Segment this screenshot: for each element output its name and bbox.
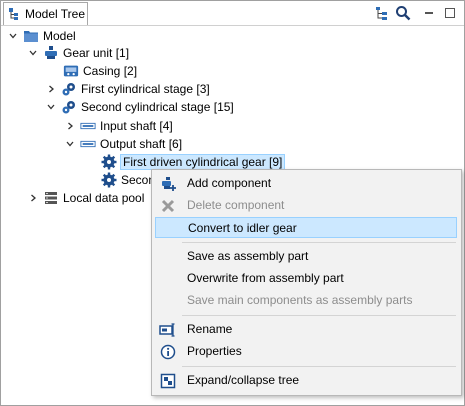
shaft-icon bbox=[80, 136, 96, 152]
menu-item-label: Save main components as assembly parts bbox=[187, 293, 413, 307]
menu-item-save-as-assembly-part[interactable]: Save as assembly part bbox=[155, 246, 457, 267]
chevron-down-icon[interactable] bbox=[27, 47, 39, 59]
expand-collapse-icon bbox=[159, 372, 177, 390]
rename-icon bbox=[159, 321, 177, 339]
search-icon[interactable] bbox=[395, 5, 411, 21]
database-icon bbox=[43, 190, 59, 206]
tab-model-tree[interactable]: Model Tree bbox=[3, 2, 88, 25]
menu-item-overwrite-from-assembly-part[interactable]: Overwrite from assembly part bbox=[155, 268, 457, 289]
menu-separator bbox=[182, 366, 456, 367]
tree-label: Casing [2] bbox=[83, 64, 138, 78]
menu-item-label: Expand/collapse tree bbox=[187, 373, 300, 387]
gear-unit-icon bbox=[43, 45, 59, 61]
tree-label: Second cylindrical stage [15] bbox=[81, 100, 234, 114]
tree-label: Output shaft [6] bbox=[100, 137, 183, 151]
tree-node-first-stage[interactable]: First cylindrical stage [3] bbox=[45, 80, 210, 98]
menu-item-label: Save as assembly part bbox=[187, 249, 309, 263]
delete-icon bbox=[159, 197, 177, 215]
menu-item-label: Overwrite from assembly part bbox=[187, 271, 344, 285]
menu-item-label: Convert to idler gear bbox=[188, 221, 297, 235]
chevron-right-icon[interactable] bbox=[27, 192, 39, 204]
context-menu: Add component Delete component Convert t… bbox=[151, 169, 462, 396]
tree-node-gear-unit[interactable]: Gear unit [1] bbox=[27, 44, 129, 62]
tree-label: Model bbox=[43, 29, 76, 43]
tree-label: Local data pool bbox=[63, 191, 145, 205]
menu-item-label: Add component bbox=[187, 176, 272, 190]
menu-item-rename[interactable]: Rename bbox=[155, 319, 457, 340]
menu-item-expand-collapse-tree[interactable]: Expand/collapse tree bbox=[155, 370, 457, 391]
chevron-down-icon[interactable] bbox=[64, 138, 76, 150]
maximize-icon[interactable] bbox=[442, 5, 458, 21]
tree-label: Input shaft [4] bbox=[100, 119, 173, 133]
tree-options-icon[interactable] bbox=[374, 5, 390, 21]
tree-node-local-data-pool[interactable]: Local data pool bbox=[27, 189, 144, 207]
folder-icon bbox=[23, 28, 39, 44]
menu-item-label: Delete component bbox=[187, 198, 285, 212]
menu-item-properties[interactable]: Properties bbox=[155, 341, 457, 362]
menu-item-add-component[interactable]: Add component bbox=[155, 173, 457, 194]
menu-separator bbox=[182, 315, 456, 316]
casing-icon bbox=[63, 63, 79, 79]
gear-stage-icon bbox=[61, 99, 77, 115]
tree-label: Secon bbox=[121, 173, 156, 187]
shaft-icon bbox=[80, 118, 96, 134]
tree-node-second-driven-gear[interactable]: Secon bbox=[97, 171, 155, 189]
minimize-icon[interactable] bbox=[421, 5, 437, 21]
tree-node-input-shaft[interactable]: Input shaft [4] bbox=[64, 117, 173, 135]
chevron-right-icon[interactable] bbox=[64, 120, 76, 132]
menu-item-label: Properties bbox=[187, 344, 242, 358]
tree-node-output-shaft[interactable]: Output shaft [6] bbox=[64, 135, 182, 153]
chevron-right-icon[interactable] bbox=[45, 83, 57, 95]
gear-icon bbox=[101, 172, 117, 188]
info-icon bbox=[159, 343, 177, 361]
gear-icon bbox=[101, 154, 117, 170]
tree-label: First driven cylindrical gear [9] bbox=[120, 154, 286, 170]
menu-item-save-main-components[interactable]: Save main components as assembly parts bbox=[155, 290, 457, 311]
tab-bar: Model Tree bbox=[1, 1, 464, 26]
chevron-down-icon[interactable] bbox=[7, 30, 19, 42]
model-tree-icon bbox=[8, 7, 22, 21]
menu-item-delete-component[interactable]: Delete component bbox=[155, 195, 457, 216]
menu-item-convert-to-idler-gear[interactable]: Convert to idler gear bbox=[155, 217, 457, 238]
tree-node-model[interactable]: Model bbox=[7, 27, 76, 45]
tree-node-second-stage[interactable]: Second cylindrical stage [15] bbox=[45, 98, 234, 116]
tree-label: First cylindrical stage [3] bbox=[81, 82, 210, 96]
chevron-down-icon[interactable] bbox=[45, 101, 57, 113]
menu-item-label: Rename bbox=[187, 322, 233, 336]
gear-stage-icon bbox=[61, 81, 77, 97]
tree-node-casing[interactable]: Casing [2] bbox=[59, 62, 137, 80]
tree-label: Gear unit [1] bbox=[63, 46, 130, 60]
menu-separator bbox=[182, 242, 456, 243]
add-component-icon bbox=[159, 175, 177, 193]
tab-label: Model Tree bbox=[25, 7, 86, 21]
